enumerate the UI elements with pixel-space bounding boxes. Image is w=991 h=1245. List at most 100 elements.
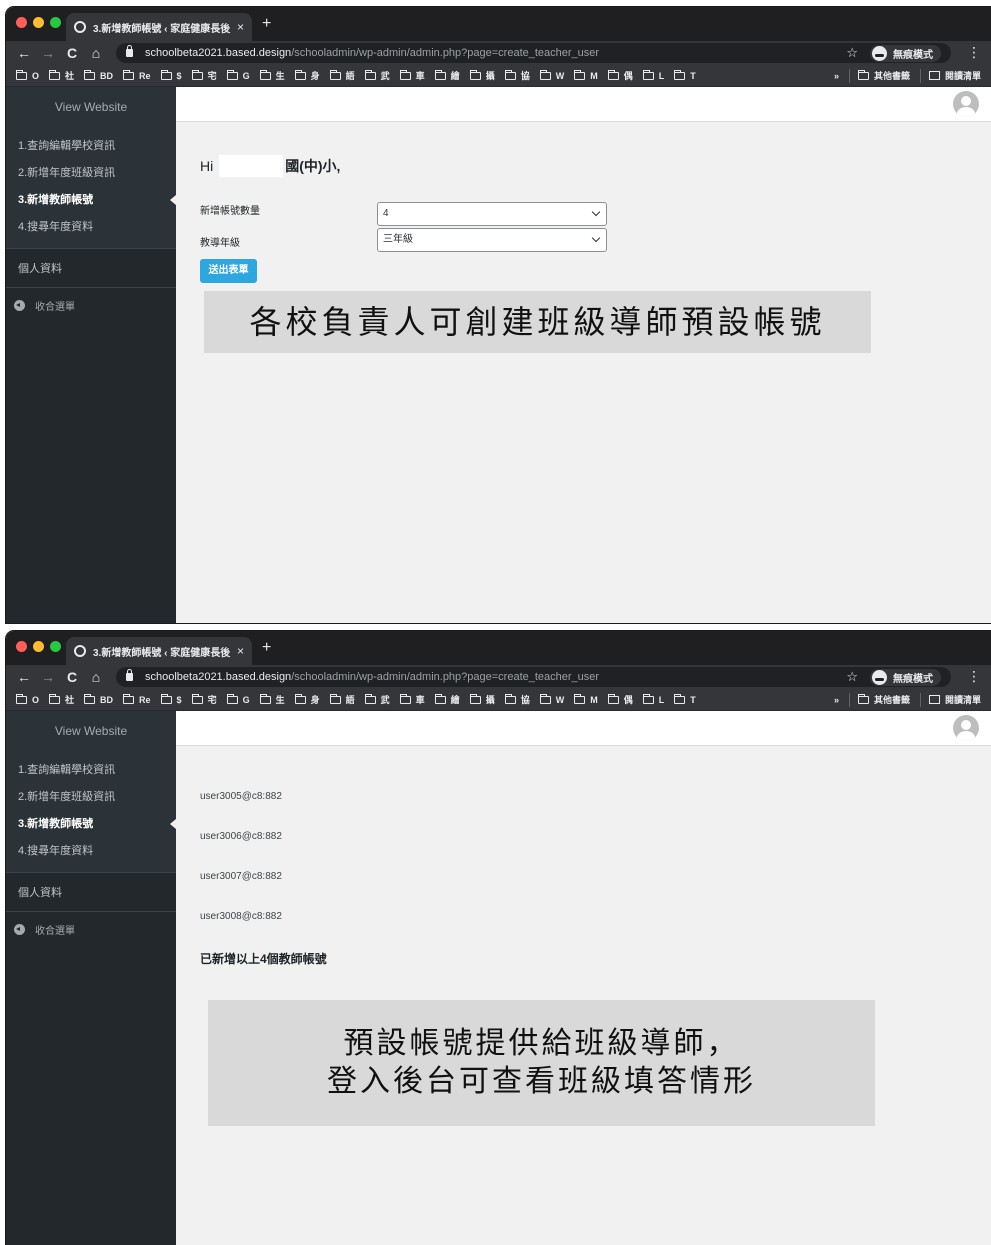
address-bar[interactable]: schoolbeta2021.based.design /schooladmin… [116, 667, 951, 687]
bookmark-folder[interactable]: 武 [364, 69, 390, 82]
bookmark-folder[interactable]: 偶 [607, 693, 633, 706]
other-bookmarks-folder[interactable]: 其他書籤 [857, 69, 910, 82]
sidebar-item-profile[interactable]: 個人資料 [6, 872, 176, 912]
bookmark-folder[interactable]: BD [84, 693, 113, 706]
bookmark-folder[interactable]: 繪 [434, 69, 460, 82]
bookmark-folder[interactable]: 攝 [469, 693, 495, 706]
bookmarks-overflow-button[interactable]: » [834, 695, 839, 705]
bookmark-star-icon[interactable]: ☆ [846, 669, 858, 685]
browser-menu-icon[interactable]: ⋮ [967, 44, 981, 61]
sidebar-item-create-teacher[interactable]: 3.新增教師帳號 [6, 187, 176, 214]
bookmark-folder[interactable]: G [226, 693, 250, 706]
bookmark-folder[interactable]: M [574, 69, 598, 82]
address-bar[interactable]: schoolbeta2021.based.design /schooladmin… [116, 43, 951, 63]
bookmark-folder[interactable]: W [539, 69, 564, 82]
back-button[interactable]: ← [12, 669, 36, 685]
bookmark-folder[interactable]: T [674, 69, 696, 82]
bookmark-folder[interactable]: 語 [329, 69, 355, 82]
bookmark-folder[interactable]: 社 [49, 69, 74, 82]
maximize-window-button[interactable] [50, 641, 61, 652]
home-button[interactable]: ⌂ [84, 669, 108, 685]
back-button[interactable]: ← [12, 45, 36, 61]
bookmark-folder[interactable]: 車 [399, 69, 425, 82]
incognito-badge[interactable]: 無痕模式 [870, 44, 941, 62]
bookmark-folder[interactable]: 生 [259, 69, 285, 82]
sidebar-item-search-data[interactable]: 4.搜尋年度資料 [6, 838, 176, 865]
bookmark-folder[interactable]: 武 [364, 693, 390, 706]
bookmark-folder[interactable]: L [642, 693, 664, 706]
bookmark-folder[interactable]: 協 [504, 69, 530, 82]
tab-close-icon[interactable]: × [237, 644, 244, 658]
bookmark-star-icon[interactable]: ☆ [846, 45, 858, 61]
collapse-menu-button[interactable]: 收合選單 [6, 912, 176, 946]
close-window-button[interactable] [16, 17, 27, 28]
created-user-item: user3008@c8:882 [200, 911, 282, 922]
bookmark-folder[interactable]: 生 [259, 693, 285, 706]
bookmark-folder[interactable]: 車 [399, 693, 425, 706]
sidebar-item-class-info[interactable]: 2.新增年度班級資訊 [6, 784, 176, 811]
bookmark-folder[interactable]: 社 [49, 693, 74, 706]
new-tab-button[interactable]: + [262, 15, 271, 33]
bookmark-folder[interactable]: M [574, 693, 598, 706]
submit-form-button[interactable]: 送出表單 [200, 259, 257, 283]
minimize-window-button[interactable] [33, 17, 44, 28]
bookmark-folder[interactable]: $ [160, 69, 182, 82]
bookmark-folder[interactable]: O [16, 693, 39, 706]
bookmark-folder[interactable]: 宅 [191, 69, 217, 82]
reading-list-button[interactable]: 閱讀清單 [928, 693, 981, 706]
forward-button[interactable]: → [36, 45, 60, 61]
sidebar-item-create-teacher[interactable]: 3.新增教師帳號 [6, 811, 176, 838]
new-tab-button[interactable]: + [262, 639, 271, 657]
bookmark-folder[interactable]: BD [84, 69, 113, 82]
browser-tab[interactable]: 3.新增教師帳號 ‹ 家庭健康長後台 × [66, 13, 252, 41]
bookmark-folder[interactable]: $ [160, 693, 182, 706]
bookmark-folder[interactable]: G [226, 69, 250, 82]
reading-list-button[interactable]: 閱讀清單 [928, 69, 981, 82]
sidebar-item-search-data[interactable]: 4.搜尋年度資料 [6, 214, 176, 241]
incognito-label: 無痕模式 [893, 49, 933, 61]
user-avatar-icon[interactable] [953, 91, 979, 117]
folder-icon [857, 693, 869, 704]
reload-button[interactable]: C [60, 669, 84, 685]
maximize-window-button[interactable] [50, 17, 61, 28]
close-window-button[interactable] [16, 641, 27, 652]
bookmark-folder[interactable]: O [16, 69, 39, 82]
bookmark-folder[interactable]: Re [123, 693, 151, 706]
home-button[interactable]: ⌂ [84, 45, 108, 61]
tab-close-icon[interactable]: × [237, 20, 244, 34]
forward-button[interactable]: → [36, 669, 60, 685]
bookmark-folder[interactable]: 協 [504, 693, 530, 706]
minimize-window-button[interactable] [33, 641, 44, 652]
grade-select[interactable]: 三年級 [377, 228, 607, 252]
bookmark-folder[interactable]: 身 [294, 69, 320, 82]
view-website-link[interactable]: View Website [6, 87, 176, 128]
bookmark-folder[interactable]: 繪 [434, 693, 460, 706]
bookmark-folder[interactable]: 攝 [469, 69, 495, 82]
folder-icon [226, 693, 238, 704]
user-avatar-icon[interactable] [953, 715, 979, 741]
sidebar-item-profile[interactable]: 個人資料 [6, 248, 176, 288]
view-website-link[interactable]: View Website [6, 711, 176, 752]
bookmarks-overflow-button[interactable]: » [834, 71, 839, 81]
bookmark-folder[interactable]: W [539, 693, 564, 706]
account-count-select[interactable]: 4 [377, 202, 607, 226]
browser-menu-icon[interactable]: ⋮ [967, 668, 981, 685]
bookmark-folder[interactable]: 宅 [191, 693, 217, 706]
sidebar-item-class-info[interactable]: 2.新增年度班級資訊 [6, 160, 176, 187]
bookmark-label: 宅 [207, 71, 217, 81]
bookmark-folder[interactable]: T [674, 693, 696, 706]
reload-button[interactable]: C [60, 45, 84, 61]
sidebar-item-school-info[interactable]: 1.查詢編輯學校資訊 [6, 133, 176, 160]
bookmark-folder[interactable]: 偶 [607, 69, 633, 82]
bookmark-folder[interactable]: Re [123, 69, 151, 82]
sidebar-item-school-info[interactable]: 1.查詢編輯學校資訊 [6, 757, 176, 784]
browser-window-result: 3.新增教師帳號 ‹ 家庭健康長後台 × + ← → C ⌂ schoolbet… [6, 631, 991, 1245]
other-bookmarks-folder[interactable]: 其他書籤 [857, 693, 910, 706]
bookmark-folder[interactable]: 身 [294, 693, 320, 706]
bookmark-label: G [242, 694, 250, 705]
bookmark-folder[interactable]: 語 [329, 693, 355, 706]
browser-tab[interactable]: 3.新增教師帳號 ‹ 家庭健康長後台 × [66, 637, 252, 665]
bookmark-folder[interactable]: L [642, 69, 664, 82]
incognito-badge[interactable]: 無痕模式 [870, 668, 941, 686]
collapse-menu-button[interactable]: 收合選單 [6, 288, 176, 322]
